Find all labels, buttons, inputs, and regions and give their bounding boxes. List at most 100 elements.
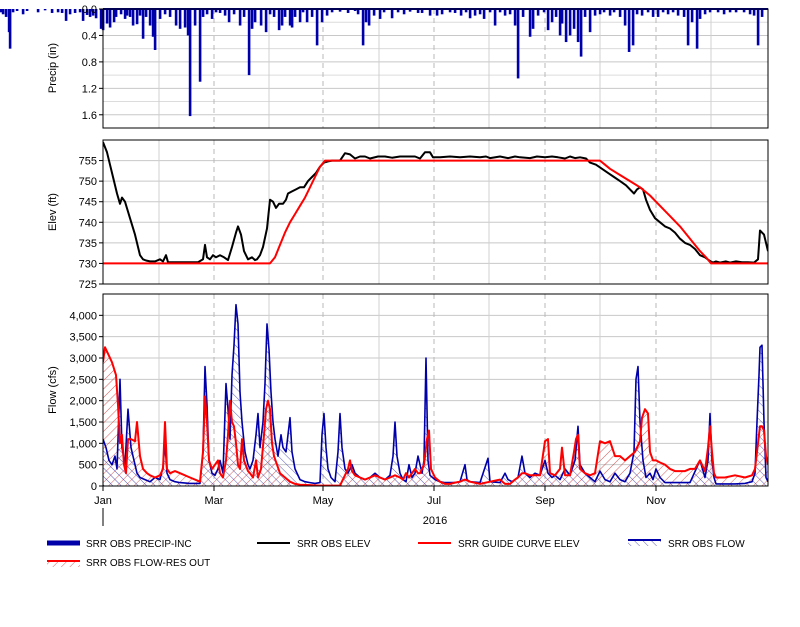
precip-bar — [293, 9, 297, 17]
precip-bar — [656, 9, 660, 17]
precip-bar — [361, 9, 365, 46]
elev-y-tick-label: 745 — [79, 197, 97, 209]
precip-bar — [453, 9, 457, 13]
precip-bar — [618, 9, 622, 17]
flow-y-tick-label: 4,000 — [69, 310, 97, 322]
flow-panel: 05001,0001,5002,0002,5003,0003,5004,000 … — [47, 293, 769, 493]
precip-bar — [119, 9, 123, 15]
precip-bar — [193, 9, 197, 26]
flow-y-tick-label: 1,500 — [69, 417, 97, 429]
precip-bar — [60, 9, 64, 13]
precip-bar — [703, 9, 707, 15]
precip-bar — [174, 9, 178, 26]
precip-bar — [232, 9, 236, 15]
precip-bar — [298, 9, 302, 23]
precip-bar — [135, 9, 139, 25]
precip-bar — [268, 9, 272, 15]
legend-item-elev: SRR OBS ELEV — [257, 539, 371, 550]
precip-bar — [277, 9, 281, 31]
precip-bar — [756, 9, 760, 46]
flow-y-tick-label: 1,000 — [69, 438, 97, 450]
precip-bar — [473, 9, 477, 16]
precip-bar — [21, 9, 25, 15]
precip-bar — [666, 9, 670, 15]
precip-bar — [315, 9, 319, 46]
precip-bar — [15, 9, 19, 11]
precip-bar — [346, 9, 350, 13]
precip-bar — [141, 9, 145, 39]
precip-grid — [102, 8, 768, 129]
precip-bar — [320, 9, 324, 23]
precip-bar — [310, 9, 314, 17]
precip-bar — [676, 9, 680, 16]
elev-y-tick-label: 740 — [79, 217, 97, 229]
precip-bar — [564, 9, 568, 43]
precip-bar — [550, 9, 554, 23]
flow-y-ticks: 0 500 1,000 1,500 2,000 2,500 3,000 3,500 4,000 — [69, 310, 103, 493]
legend-item-resout: SRR OBS FLOW-RES OUT — [47, 558, 210, 569]
precip-bar — [572, 9, 576, 29]
precip-bar — [259, 9, 263, 26]
precip-bar — [11, 9, 15, 13]
precip-bar — [247, 9, 251, 76]
precip-bar — [372, 9, 376, 16]
precip-bar — [158, 9, 162, 19]
precip-bar — [325, 9, 329, 16]
precip-bar — [144, 9, 148, 17]
x-tick-label: Jan — [94, 495, 112, 507]
precip-bar — [516, 9, 520, 79]
flow-y-tick-label: 2,500 — [69, 374, 97, 386]
legend-label-guide: SRR GUIDE CURVE ELEV — [458, 539, 580, 550]
precip-bar — [521, 9, 525, 17]
precip-bar — [56, 9, 60, 13]
precip-bar — [531, 9, 535, 29]
precip-bar — [722, 9, 726, 15]
precip-bar — [178, 9, 182, 29]
precip-bar — [367, 9, 371, 26]
elev-y-tick-label: 755 — [79, 156, 97, 168]
precip-bar — [513, 9, 517, 26]
x-tick-label: Mar — [205, 495, 224, 507]
precip-bar — [579, 9, 583, 57]
legend: SRR OBS PRECIP-INC SRR OBS ELEV SRR GUID… — [47, 539, 745, 569]
precip-bar — [242, 9, 246, 17]
precip-bar — [428, 9, 432, 16]
elev-y-label: Elev (ft) — [47, 193, 59, 231]
precip-bar — [227, 9, 231, 23]
flow-y-tick-label: 2,000 — [69, 396, 97, 408]
precip-bar — [593, 9, 597, 16]
precip-bar — [390, 9, 394, 19]
precip-bar — [153, 9, 157, 50]
precip-bar — [686, 9, 690, 46]
elev-y-tick-label: 725 — [79, 279, 97, 291]
precip-bar — [560, 9, 564, 24]
precip-bar — [205, 9, 209, 15]
precip-panel: 0.0 0.4 0.8 1.2 1.6 Precip (in) — [0, 4, 769, 129]
precip-y-tick-label: 0.0 — [82, 4, 97, 16]
precip-bar — [128, 9, 132, 17]
precip-bar — [690, 9, 694, 23]
precip-bar — [482, 9, 486, 19]
precip-bar — [546, 9, 550, 31]
elev-y-ticks: 725 730 735 740 745 750 755 — [79, 156, 103, 291]
precip-y-tick-label: 0.4 — [82, 30, 97, 42]
precip-bar — [468, 9, 472, 19]
precip-bar — [8, 9, 12, 49]
x-axis: Jan Mar May Jul Sep Nov — [94, 486, 666, 507]
precip-bar — [250, 9, 254, 29]
x-tick-label: Jul — [427, 495, 441, 507]
flow-y-tick-label: 3,000 — [69, 353, 97, 365]
precip-y-tick-label: 1.6 — [82, 110, 97, 122]
flow-y-tick-label: 3,500 — [69, 332, 97, 344]
precip-bar — [576, 9, 580, 43]
precip-bar — [682, 9, 686, 17]
precip-bar — [138, 9, 142, 16]
precip-frame — [102, 8, 769, 129]
precip-bar — [183, 9, 187, 28]
precip-bar — [459, 9, 463, 16]
precip-bar — [528, 9, 532, 37]
precip-bar — [554, 9, 558, 17]
precip-bar — [36, 9, 40, 13]
precip-bar — [503, 9, 507, 16]
precip-bar — [760, 9, 764, 17]
